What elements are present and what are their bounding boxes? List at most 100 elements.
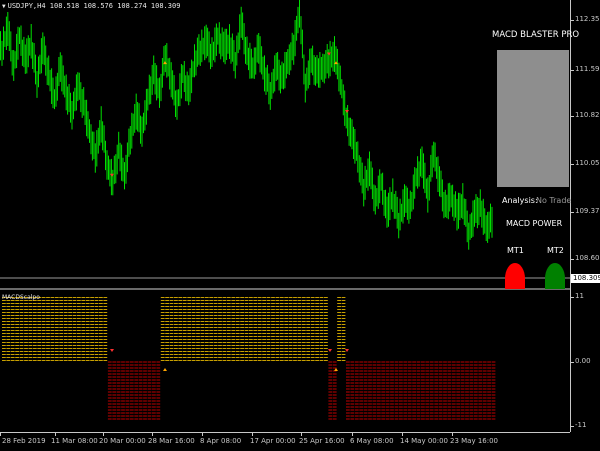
histogram-bar <box>429 403 434 405</box>
histogram-bar <box>99 351 103 352</box>
histogram-bar <box>249 312 253 313</box>
histogram-bar <box>182 333 187 334</box>
price-axis[interactable]: 112.350 111.590 110.820 110.050 109.370 … <box>570 0 600 432</box>
histogram-bar <box>103 345 108 346</box>
histogram-bar <box>54 324 59 325</box>
histogram-bar <box>390 406 394 408</box>
histogram-bar <box>107 364 112 366</box>
histogram-bar <box>363 418 368 420</box>
histogram-bar <box>301 342 306 343</box>
histogram-bar <box>169 345 174 346</box>
histogram-bar <box>15 357 19 358</box>
histogram-bar <box>443 406 447 408</box>
histogram-bar <box>394 364 399 366</box>
histogram-bar <box>59 339 64 340</box>
histogram-bar <box>191 348 196 349</box>
histogram-bar <box>209 357 214 358</box>
histogram-bar <box>231 312 236 313</box>
histogram-bar <box>2 312 6 313</box>
histogram-bar <box>204 321 209 322</box>
histogram-bar <box>191 339 196 340</box>
histogram-bar <box>456 391 461 393</box>
histogram-bar <box>103 315 108 316</box>
histogram-bar <box>381 394 386 396</box>
histogram-bar <box>275 330 280 331</box>
histogram-bar <box>213 324 218 325</box>
histogram-bar <box>2 309 6 310</box>
histogram-bar <box>187 315 192 316</box>
histogram-bar <box>103 324 108 325</box>
histogram-bar <box>368 388 372 390</box>
histogram-bar <box>24 354 28 355</box>
histogram-bar <box>231 330 236 331</box>
histogram-bar <box>390 415 394 417</box>
histogram-bar <box>187 339 192 340</box>
histogram-bar <box>63 354 68 355</box>
histogram-bar <box>354 376 359 378</box>
time-axis[interactable]: 28 Feb 2019 11 Mar 08:00 20 Mar 00:00 28… <box>0 432 570 451</box>
histogram-bar <box>319 303 324 304</box>
histogram-bar <box>182 354 187 355</box>
histogram-bar <box>434 400 439 402</box>
histogram-bar <box>275 357 280 358</box>
histogram-bar <box>297 360 302 361</box>
histogram-bar <box>19 333 24 334</box>
histogram-bar <box>72 318 77 319</box>
histogram-bar <box>152 382 156 384</box>
histogram-bar <box>72 297 77 298</box>
collapse-arrow-icon[interactable]: ▼ <box>2 3 6 10</box>
histogram-bar <box>156 388 161 390</box>
histogram-bar <box>482 406 487 408</box>
histogram-bar <box>324 321 328 322</box>
histogram-bar <box>328 382 333 384</box>
histogram-bar <box>143 412 147 414</box>
histogram-bar <box>134 403 139 405</box>
histogram-bar <box>99 306 103 307</box>
histogram-bar <box>213 345 218 346</box>
histogram-bar <box>68 339 72 340</box>
histogram-bar <box>301 297 306 298</box>
histogram-bar <box>174 336 178 337</box>
histogram-bar <box>297 348 302 349</box>
histogram-bar <box>112 385 117 387</box>
histogram-bar <box>226 351 231 352</box>
histogram-bar <box>165 309 169 310</box>
histogram-bar <box>319 327 324 328</box>
histogram-bar <box>112 373 117 375</box>
histogram-bar <box>271 306 275 307</box>
histogram-bar <box>297 336 302 337</box>
histogram-bar <box>125 397 130 399</box>
histogram-bar <box>125 373 130 375</box>
histogram-bar <box>32 348 37 349</box>
histogram-bar <box>200 333 205 334</box>
histogram-bar <box>297 312 302 313</box>
histogram-bar <box>143 406 147 408</box>
histogram-bar <box>129 370 134 372</box>
histogram-bar <box>346 385 350 387</box>
histogram-bar <box>368 364 372 366</box>
histogram-bar <box>121 400 125 402</box>
histogram-bar <box>54 348 59 349</box>
histogram-bar <box>204 339 209 340</box>
histogram-bar <box>213 342 218 343</box>
histogram-bar <box>297 345 302 346</box>
histogram-bar <box>478 418 483 420</box>
histogram-bar <box>403 382 408 384</box>
histogram-bar <box>156 397 161 399</box>
histogram-bar <box>412 376 416 378</box>
time-label: 28 Mar 16:00 <box>148 437 195 445</box>
histogram-bar <box>165 327 169 328</box>
histogram-bar <box>337 333 341 334</box>
histogram-bar <box>81 348 86 349</box>
indicator-chart[interactable] <box>0 290 570 432</box>
histogram-bar <box>24 351 28 352</box>
histogram-bar <box>491 385 496 387</box>
histogram-bar <box>152 364 156 366</box>
histogram-bar <box>465 403 469 405</box>
histogram-bar <box>456 373 461 375</box>
price-chart[interactable] <box>0 0 570 288</box>
histogram-bar <box>438 403 443 405</box>
histogram-bar <box>240 330 244 331</box>
histogram-bar <box>54 351 59 352</box>
histogram-bar <box>429 373 434 375</box>
